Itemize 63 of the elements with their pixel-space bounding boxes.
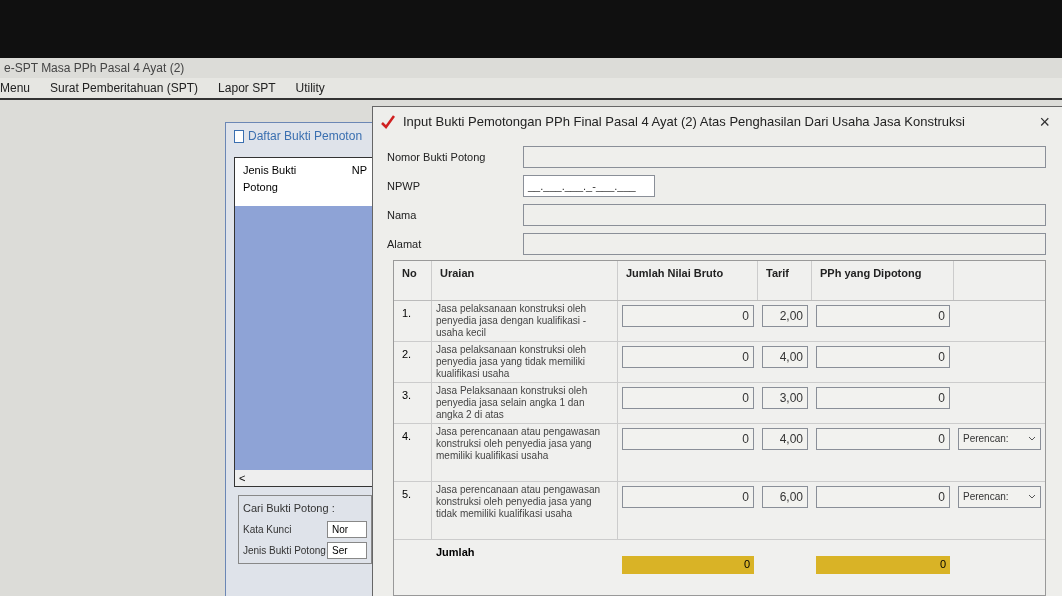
row-description: Jasa Pelaksanaan konstruksi oleh penyedia jasa selain angka 1 dan angka 2 di atas [432, 383, 618, 423]
rate-field[interactable]: 4,00 [762, 428, 808, 450]
tax-field[interactable]: 0 [816, 346, 950, 368]
column-header: PPh yang Dipotong [812, 261, 954, 300]
rate-field[interactable]: 2,00 [762, 305, 808, 327]
amount-field[interactable]: 0 [622, 428, 754, 450]
row-number: 5. [394, 482, 432, 539]
close-button[interactable]: × [1035, 108, 1054, 136]
dialog-title: Input Bukti Pemotongan PPh Final Pasal 4 Ayat (2) Atas Penghasilan Dari Usaha Jasa Konstruksi [403, 113, 966, 132]
input-field[interactable] [523, 233, 1046, 255]
column-header: Jumlah Nilai Bruto [618, 261, 758, 300]
tax-field[interactable]: 0 [816, 387, 950, 409]
type-dropdown[interactable]: Perencan: [958, 428, 1041, 450]
row-description: Jasa perencanaan atau pengawasan konstruksi oleh penyedia jasa yang memiliki kualifikasi usaha [432, 424, 618, 481]
amount-field[interactable]: 0 [622, 486, 754, 508]
type-dropdown[interactable]: Perencan: [958, 486, 1041, 508]
field-label: NPWP [387, 178, 421, 194]
menu-item[interactable]: Utility [295, 79, 325, 97]
input-field[interactable]: Ser [327, 541, 367, 559]
chevron-icon [1028, 494, 1036, 500]
total-label: Jumlah [435, 545, 476, 560]
window-title: Daftar Bukti Pemoton [248, 128, 363, 145]
menu-item[interactable]: Menu [0, 79, 31, 97]
tax-field[interactable]: 0 [816, 428, 950, 450]
tax-field[interactable]: 0 [816, 305, 950, 327]
check-icon [381, 115, 395, 129]
row-number: 2. [394, 342, 432, 382]
total-tax: 0 [816, 556, 950, 574]
group-label: Cari Bukti Potong : [243, 501, 336, 516]
row-description: Jasa pelaksanaan konstruksi oleh penyedia jasa dengan kualifikasi -usaha kecil [432, 301, 618, 341]
input-field[interactable] [523, 146, 1046, 168]
total-amount: 0 [622, 556, 754, 574]
input-field[interactable]: __.___.___._-___.___ [523, 175, 655, 197]
column-header[interactable]: NP [351, 162, 367, 202]
field-label: Nomor Bukti Potong [387, 149, 487, 165]
column-header: Uraian [432, 261, 618, 300]
row-description: Jasa pelaksanaan konstruksi oleh penyedia jasa yang tidak memiliki kualifikasi usaha [432, 342, 618, 382]
input-field[interactable] [523, 204, 1046, 226]
app-title: e-SPT Masa PPh Pasal 4 Ayat (2) [3, 60, 186, 77]
amount-field[interactable]: 0 [622, 387, 754, 409]
rate-field[interactable]: 4,00 [762, 346, 808, 368]
field-label: Kata Kunci [243, 522, 292, 537]
input-field[interactable]: Nor [327, 520, 367, 538]
row-number: 3. [394, 383, 432, 423]
field-label: Alamat [387, 236, 423, 252]
tax-field[interactable]: 0 [816, 486, 950, 508]
column-header[interactable]: Jenis Bukti Potong [243, 162, 303, 202]
rate-field[interactable]: 6,00 [762, 486, 808, 508]
row-number: 4. [394, 424, 432, 481]
column-header: Tarif [758, 261, 812, 300]
document-icon [234, 129, 244, 143]
amount-field[interactable]: 0 [622, 346, 754, 368]
row-number: 1. [394, 301, 432, 341]
column-header: No [394, 261, 432, 300]
field-label: Jenis Bukti Potong [243, 543, 326, 558]
row-description: Jasa perencanaan atau pengawasan konstruksi oleh penyedia jasa yang tidak memiliki kualifikasi usaha [432, 482, 618, 539]
menu-item[interactable]: Surat Pemberitahuan (SPT) [50, 79, 199, 97]
amount-field[interactable]: 0 [622, 305, 754, 327]
chevron-icon [1028, 436, 1036, 442]
menu-item[interactable]: Lapor SPT [218, 79, 276, 97]
scroll-left-button[interactable]: < [235, 470, 375, 486]
field-label: Nama [387, 207, 418, 223]
rate-field[interactable]: 3,00 [762, 387, 808, 409]
